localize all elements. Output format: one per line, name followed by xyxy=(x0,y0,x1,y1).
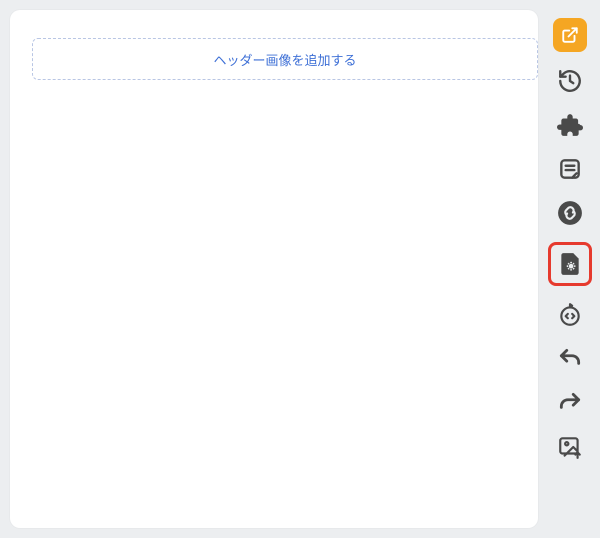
redo-icon xyxy=(557,390,583,416)
external-link-icon xyxy=(561,26,579,44)
link-icon xyxy=(557,200,583,226)
page-settings-button[interactable] xyxy=(555,249,585,279)
link-button[interactable] xyxy=(555,198,585,228)
image-upload-icon xyxy=(557,434,583,460)
history-button[interactable] xyxy=(555,66,585,96)
puzzle-icon xyxy=(557,112,583,138)
editor-canvas: ヘッダー画像を追加する xyxy=(10,10,538,528)
code-button[interactable] xyxy=(555,300,585,330)
document-icon xyxy=(557,156,583,182)
add-header-image-button[interactable]: ヘッダー画像を追加する xyxy=(32,38,538,80)
image-upload-button[interactable] xyxy=(555,432,585,462)
file-settings-icon xyxy=(557,251,583,277)
history-icon xyxy=(557,68,583,94)
redo-button[interactable] xyxy=(555,388,585,418)
plugins-button[interactable] xyxy=(555,110,585,140)
undo-button[interactable] xyxy=(555,344,585,374)
add-header-image-label: ヘッダー画像を追加する xyxy=(213,50,356,69)
code-compass-icon xyxy=(557,302,583,328)
settings-highlight xyxy=(548,242,592,286)
publish-button[interactable] xyxy=(553,18,587,52)
template-button[interactable] xyxy=(555,154,585,184)
right-toolbar xyxy=(548,18,592,462)
undo-icon xyxy=(557,346,583,372)
